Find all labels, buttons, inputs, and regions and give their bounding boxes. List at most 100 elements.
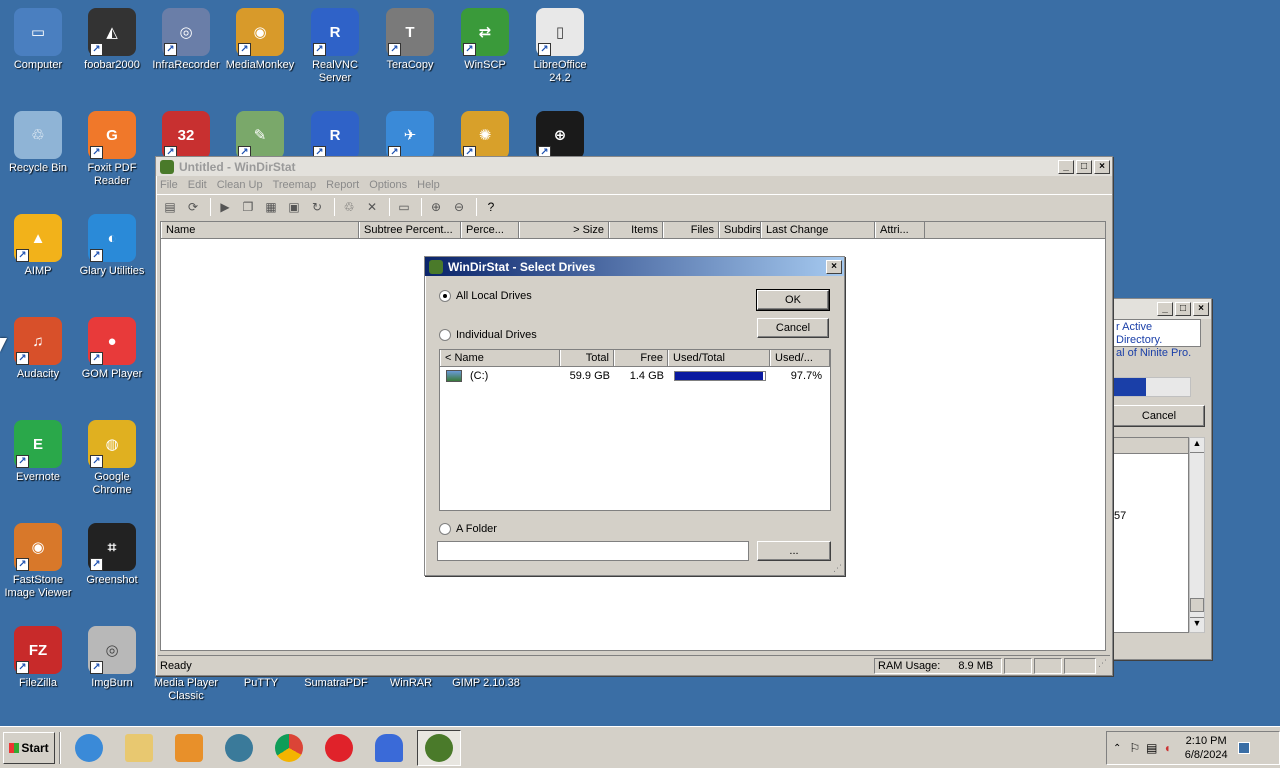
desktop-icon[interactable]: ♲ Recycle Bin (0, 111, 76, 175)
desktop-icon-sumatrapdf[interactable]: SumatraPDF (298, 677, 374, 690)
volume-muted-icon[interactable]: ◖ (1164, 741, 1171, 755)
scroll-up-icon[interactable]: ▲ (1190, 438, 1204, 453)
start-button[interactable]: Start (3, 731, 55, 764)
background-window[interactable]: _ □ × r Active Directory. al of Ninite P… (1112, 298, 1212, 660)
menu-item-options[interactable]: Options (369, 179, 407, 191)
maximize-button[interactable]: □ (1076, 159, 1092, 174)
column-header-name[interactable]: < Name (440, 350, 560, 366)
menu-item-file[interactable]: File (160, 179, 178, 191)
desktop-icon[interactable]: ▯ ↗ LibreOffice 24.2 (522, 8, 598, 85)
taskbar-opera[interactable] (317, 730, 361, 766)
chevron-up-icon[interactable]: ⌃ (1113, 743, 1121, 754)
drive-row[interactable]: (C:) 59.9 GB 1.4 GB 97.7% (440, 367, 830, 385)
desktop-icon[interactable]: G ↗ Foxit PDF Reader (74, 111, 150, 188)
menu-item-help[interactable]: Help (417, 179, 440, 191)
close-button[interactable]: × (1193, 302, 1209, 316)
resize-grip-icon[interactable]: ⋰ (1098, 658, 1110, 674)
desktop-icon-putty[interactable]: PuTTY (223, 677, 299, 690)
desktop-icon[interactable]: FZ ↗ FileZilla (0, 626, 76, 690)
taskbar-app[interactable] (367, 730, 411, 766)
resize-grip-icon[interactable]: ⋰ (833, 563, 842, 574)
taskbar-internet-explorer[interactable] (67, 730, 111, 766)
column-header-used-percent[interactable]: Used/... (770, 350, 830, 366)
taskbar-windirstat[interactable] (417, 729, 461, 766)
zoom-in-icon[interactable]: ⊕ (426, 197, 446, 217)
flag-icon[interactable]: ⚐ (1129, 741, 1140, 755)
show-desktop-button[interactable] (1237, 742, 1250, 754)
column-header-used-total[interactable]: Used/Total (668, 350, 770, 366)
column-header-total[interactable]: Total (560, 350, 614, 366)
radio-dot[interactable] (439, 290, 451, 302)
dialog-titlebar[interactable]: WinDirStat - Select Drives × (425, 257, 844, 276)
recycle-icon[interactable]: ♲ (339, 197, 359, 217)
list-box[interactable]: 57 (1113, 437, 1189, 633)
desktop-icon[interactable]: ⌗ ↗ Greenshot (74, 523, 150, 587)
desktop-icon-winrar[interactable]: WinRAR (373, 677, 449, 690)
window-titlebar[interactable]: Untitled - WinDirStat _ □ × (156, 157, 1112, 176)
copy-icon[interactable]: ❐ (238, 197, 258, 217)
desktop-icon[interactable]: T ↗ TeraCopy (372, 8, 448, 72)
desktop-icon[interactable]: ⊕ ↗ (522, 111, 598, 162)
desktop-icon[interactable]: 32 ↗ (148, 111, 224, 162)
desktop-icon-media-player-classic[interactable]: Media Player Classic (148, 677, 224, 703)
explorer-icon[interactable]: ▦ (261, 197, 281, 217)
scrollbar[interactable]: ▲ ▼ (1189, 437, 1205, 633)
desktop-icon[interactable]: R ↗ RealVNC Server (297, 8, 373, 85)
network-icon[interactable]: ▤ (1146, 741, 1157, 755)
taskbar-chrome[interactable] (267, 730, 311, 766)
close-button[interactable]: × (826, 259, 842, 274)
maximize-button[interactable]: □ (1175, 302, 1191, 316)
desktop-icon[interactable]: ◍ ↗ Google Chrome (74, 420, 150, 497)
menu-item-edit[interactable]: Edit (188, 179, 207, 191)
column-header[interactable]: Items (609, 222, 663, 238)
radio-all-local-drives[interactable]: All Local Drives (439, 290, 532, 302)
new-folder-icon[interactable]: ▭ (394, 197, 414, 217)
taskbar-network[interactable] (217, 730, 261, 766)
desktop-icon[interactable]: ◎ ↗ InfraRecorder (148, 8, 224, 72)
desktop-icon[interactable]: ✺ ↗ (447, 111, 523, 162)
desktop-icon[interactable]: ◎ ↗ ImgBurn (74, 626, 150, 690)
desktop-icon[interactable]: ♫ ↗ Audacity (0, 317, 76, 381)
clock[interactable]: 2:10 PM 6/8/2024 (1185, 734, 1228, 762)
scroll-down-icon[interactable]: ▼ (1190, 617, 1204, 632)
folder-path-input[interactable] (437, 541, 749, 561)
scroll-thumb[interactable] (1190, 598, 1204, 612)
radio-dot[interactable] (439, 523, 451, 535)
desktop-icon[interactable]: ◭ ↗ foobar2000 (74, 8, 150, 72)
menu-item-treemap[interactable]: Treemap (273, 179, 317, 191)
menu-item-report[interactable]: Report (326, 179, 359, 191)
desktop-icon[interactable]: ◉ ↗ MediaMonkey (222, 8, 298, 72)
desktop-icon[interactable]: ▭ Computer (0, 8, 76, 72)
cancel-button[interactable]: Cancel (757, 318, 829, 338)
desktop-icon[interactable]: ✈ ↗ (372, 111, 448, 162)
command-prompt-icon[interactable]: ▣ (284, 197, 304, 217)
desktop-icon[interactable]: ◉ ↗ FastStone Image Viewer (0, 523, 76, 600)
cancel-button[interactable]: Cancel (1113, 405, 1205, 427)
select-drives-dialog[interactable]: WinDirStat - Select Drives × All Local D… (424, 256, 845, 576)
column-header[interactable]: Attri... (875, 222, 925, 238)
column-header[interactable]: Perce... (461, 222, 519, 238)
taskbar-media-player[interactable] (167, 730, 211, 766)
column-header-free[interactable]: Free (614, 350, 668, 366)
zoom-out-icon[interactable]: ⊖ (449, 197, 469, 217)
desktop-icon[interactable]: ✎ ↗ (222, 111, 298, 162)
drive-list[interactable]: < Name Total Free Used/Total Used/... (C… (439, 349, 831, 511)
menu-item-clean-up[interactable]: Clean Up (217, 179, 263, 191)
minimize-button[interactable]: _ (1058, 159, 1074, 174)
taskbar-explorer[interactable] (117, 730, 161, 766)
open-folder-icon[interactable]: ▤ (160, 197, 180, 217)
desktop-icon[interactable]: ▲ ↗ AIMP (0, 214, 76, 278)
radio-dot[interactable] (439, 329, 451, 341)
minimize-button[interactable]: _ (1157, 302, 1173, 316)
desktop-icon[interactable]: ⇄ ↗ WinSCP (447, 8, 523, 72)
column-header[interactable]: Name (161, 222, 359, 238)
play-icon[interactable]: ▶ (215, 197, 235, 217)
close-button[interactable]: × (1094, 159, 1110, 174)
desktop-icon-gimp[interactable]: GIMP 2.10.38 (448, 677, 524, 690)
ok-button[interactable]: OK (756, 289, 830, 311)
column-header[interactable]: Subdirs (719, 222, 761, 238)
desktop-icon[interactable]: E ↗ Evernote (0, 420, 76, 484)
desktop-icon[interactable]: ● ↗ GOM Player (74, 317, 150, 381)
column-header[interactable]: Subtree Percent... (359, 222, 461, 238)
column-header[interactable]: Files (663, 222, 719, 238)
